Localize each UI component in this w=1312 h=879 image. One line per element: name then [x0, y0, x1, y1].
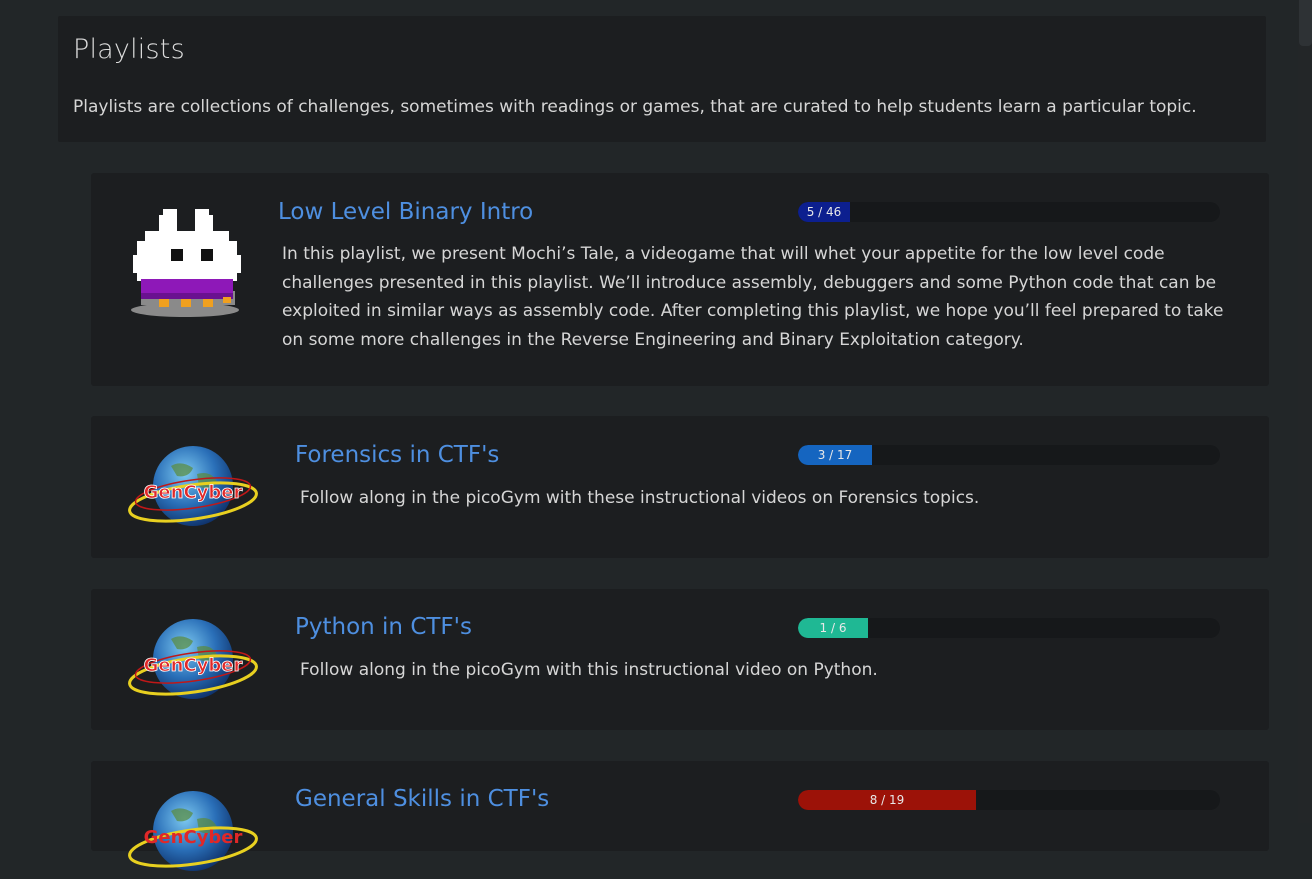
- playlist-description: Follow along in the picoGym with this in…: [300, 660, 878, 680]
- gencyber-logo-text: GenCyber: [144, 827, 243, 848]
- playlist-title[interactable]: Python in CTF's: [295, 614, 472, 640]
- playlist-progress-bar: 8 / 19: [798, 790, 1220, 810]
- playlist-title[interactable]: Forensics in CTF's: [295, 442, 499, 468]
- page-description: Playlists are collections of challenges,…: [73, 97, 1197, 117]
- gencyber-logo-icon: GenCyber: [128, 619, 258, 699]
- playlist-progress-bar: 5 / 46: [798, 202, 1220, 222]
- scrollbar-thumb[interactable]: [1299, 0, 1312, 46]
- playlist-progress-bar: 3 / 17: [798, 445, 1220, 465]
- gencyber-logo-text: GenCyber: [144, 655, 243, 676]
- progress-label: 5 / 46: [806, 205, 842, 219]
- gencyber-logo-text: GenCyber: [144, 482, 243, 503]
- progress-label: 3 / 17: [817, 448, 853, 462]
- playlist-card-general-skills[interactable]: GenCyber General Skills in CTF's 8 / 19: [91, 761, 1269, 871]
- playlist-card-forensics[interactable]: GenCyber Forensics in CTF's 3 / 17 Follo…: [91, 416, 1269, 558]
- playlist-progress-bar: 1 / 6: [798, 618, 1220, 638]
- playlist-title[interactable]: Low Level Binary Intro: [278, 199, 533, 225]
- playlist-card-low-level-binary[interactable]: Low Level Binary Intro 5 / 46 In this pl…: [91, 173, 1269, 386]
- progress-label: 1 / 6: [819, 621, 847, 635]
- mochi-mascot-icon: [131, 209, 241, 317]
- page-title: Playlists: [73, 34, 185, 65]
- gencyber-logo-icon: GenCyber: [128, 791, 258, 871]
- page-scrollbar[interactable]: [1298, 0, 1312, 823]
- playlists-header: Playlists Playlists are collections of c…: [58, 16, 1266, 142]
- gencyber-logo-icon: GenCyber: [128, 446, 258, 526]
- playlist-description: Follow along in the picoGym with these i…: [300, 488, 980, 508]
- playlist-description: In this playlist, we present Mochi’s Tal…: [282, 244, 1224, 350]
- playlist-card-python[interactable]: GenCyber Python in CTF's 1 / 6 Follow al…: [91, 589, 1269, 730]
- playlist-title[interactable]: General Skills in CTF's: [295, 786, 549, 812]
- progress-label: 8 / 19: [869, 793, 905, 807]
